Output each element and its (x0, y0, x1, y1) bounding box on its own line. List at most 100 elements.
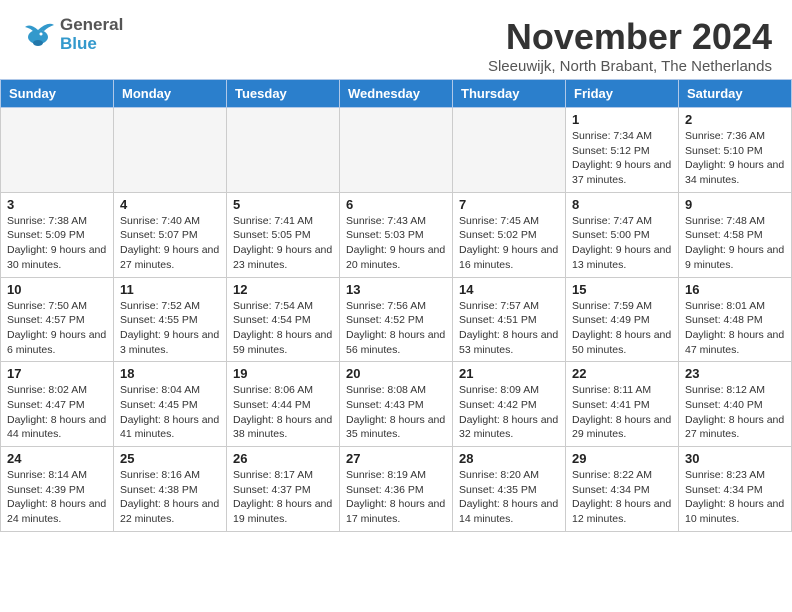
calendar-week-row: 10 Sunrise: 7:50 AM Sunset: 4:57 PM Dayli… (1, 277, 792, 362)
day-detail: Sunrise: 7:40 AM Sunset: 5:07 PM Dayligh… (120, 214, 220, 273)
day-number: 6 (346, 197, 446, 212)
day-number: 18 (120, 366, 220, 381)
calendar-cell: 26 Sunrise: 8:17 AM Sunset: 4:37 PM Dayli… (227, 447, 340, 532)
weekday-header: Sunday (1, 80, 114, 108)
weekday-header: Saturday (679, 80, 792, 108)
calendar-cell: 13 Sunrise: 7:56 AM Sunset: 4:52 PM Dayli… (340, 277, 453, 362)
calendar-cell: 30Sunrise: 8:23 AM Sunset: 4:34 PM Dayli… (679, 447, 792, 532)
day-number: 14 (459, 282, 559, 297)
day-detail: Sunrise: 8:14 AM Sunset: 4:39 PM Dayligh… (7, 468, 107, 527)
calendar-cell (1, 108, 114, 193)
day-number: 3 (7, 197, 107, 212)
page-header: General Blue November 2024 Sleeuwijk, No… (0, 0, 792, 79)
calendar-cell: 12Sunrise: 7:54 AM Sunset: 4:54 PM Dayli… (227, 277, 340, 362)
calendar-cell: 9Sunrise: 7:48 AM Sunset: 4:58 PM Daylig… (679, 192, 792, 277)
calendar-table: SundayMondayTuesdayWednesdayThursdayFrid… (0, 79, 792, 532)
day-detail: Sunrise: 8:02 AM Sunset: 4:47 PM Dayligh… (7, 383, 107, 442)
calendar-cell: 16 Sunrise: 8:01 AM Sunset: 4:48 PM Dayli… (679, 277, 792, 362)
day-detail: Sunrise: 7:36 AM Sunset: 5:10 PM Dayligh… (685, 129, 785, 188)
calendar-cell: 4 Sunrise: 7:40 AM Sunset: 5:07 PM Daylig… (114, 192, 227, 277)
day-detail: Sunrise: 7:56 AM Sunset: 4:52 PM Dayligh… (346, 299, 446, 358)
weekday-header: Friday (566, 80, 679, 108)
logo-general: General (60, 16, 123, 35)
calendar-cell (114, 108, 227, 193)
calendar-cell: 2Sunrise: 7:36 AM Sunset: 5:10 PM Daylig… (679, 108, 792, 193)
weekday-header: Monday (114, 80, 227, 108)
logo-blue: Blue (60, 35, 123, 54)
day-detail: Sunrise: 8:01 AM Sunset: 4:48 PM Dayligh… (685, 299, 785, 358)
day-number: 5 (233, 197, 333, 212)
day-detail: Sunrise: 8:22 AM Sunset: 4:34 PM Dayligh… (572, 468, 672, 527)
calendar-cell: 15 Sunrise: 7:59 AM Sunset: 4:49 PM Dayli… (566, 277, 679, 362)
day-detail: Sunrise: 7:50 AM Sunset: 4:57 PM Dayligh… (7, 299, 107, 358)
calendar-cell: 21 Sunrise: 8:09 AM Sunset: 4:42 PM Dayli… (453, 362, 566, 447)
day-detail: Sunrise: 7:52 AM Sunset: 4:55 PM Dayligh… (120, 299, 220, 358)
calendar-cell: 7 Sunrise: 7:45 AM Sunset: 5:02 PM Daylig… (453, 192, 566, 277)
day-detail: Sunrise: 7:34 AM Sunset: 5:12 PM Dayligh… (572, 129, 672, 188)
day-detail: Sunrise: 8:11 AM Sunset: 4:41 PM Dayligh… (572, 383, 672, 442)
day-number: 19 (233, 366, 333, 381)
calendar-cell: 5Sunrise: 7:41 AM Sunset: 5:05 PM Daylig… (227, 192, 340, 277)
calendar-cell: 3Sunrise: 7:38 AM Sunset: 5:09 PM Daylig… (1, 192, 114, 277)
day-detail: Sunrise: 8:17 AM Sunset: 4:37 PM Dayligh… (233, 468, 333, 527)
day-detail: Sunrise: 7:59 AM Sunset: 4:49 PM Dayligh… (572, 299, 672, 358)
calendar-cell: 10 Sunrise: 7:50 AM Sunset: 4:57 PM Dayli… (1, 277, 114, 362)
day-detail: Sunrise: 8:16 AM Sunset: 4:38 PM Dayligh… (120, 468, 220, 527)
day-detail: Sunrise: 7:48 AM Sunset: 4:58 PM Dayligh… (685, 214, 785, 273)
calendar-cell (227, 108, 340, 193)
weekday-header: Wednesday (340, 80, 453, 108)
day-number: 17 (7, 366, 107, 381)
day-number: 27 (346, 451, 446, 466)
day-detail: Sunrise: 8:19 AM Sunset: 4:36 PM Dayligh… (346, 468, 446, 527)
calendar-cell: 23 Sunrise: 8:12 AM Sunset: 4:40 PM Dayli… (679, 362, 792, 447)
weekday-header: Thursday (453, 80, 566, 108)
calendar-cell: 1 Sunrise: 7:34 AM Sunset: 5:12 PM Daylig… (566, 108, 679, 193)
calendar-cell: 20 Sunrise: 8:08 AM Sunset: 4:43 PM Dayli… (340, 362, 453, 447)
calendar-header-row: SundayMondayTuesdayWednesdayThursdayFrid… (1, 80, 792, 108)
day-detail: Sunrise: 8:12 AM Sunset: 4:40 PM Dayligh… (685, 383, 785, 442)
day-detail: Sunrise: 7:45 AM Sunset: 5:02 PM Dayligh… (459, 214, 559, 273)
day-detail: Sunrise: 7:47 AM Sunset: 5:00 PM Dayligh… (572, 214, 672, 273)
calendar-week-row: 1 Sunrise: 7:34 AM Sunset: 5:12 PM Daylig… (1, 108, 792, 193)
weekday-header: Tuesday (227, 80, 340, 108)
calendar-cell: 14 Sunrise: 7:57 AM Sunset: 4:51 PM Dayli… (453, 277, 566, 362)
day-number: 22 (572, 366, 672, 381)
calendar-cell: 19 Sunrise: 8:06 AM Sunset: 4:44 PM Dayli… (227, 362, 340, 447)
day-number: 26 (233, 451, 333, 466)
day-number: 8 (572, 197, 672, 212)
calendar-cell: 22 Sunrise: 8:11 AM Sunset: 4:41 PM Dayli… (566, 362, 679, 447)
calendar-week-row: 17 Sunrise: 8:02 AM Sunset: 4:47 PM Dayli… (1, 362, 792, 447)
day-number: 15 (572, 282, 672, 297)
logo: General Blue (20, 16, 123, 53)
calendar-cell: 29Sunrise: 8:22 AM Sunset: 4:34 PM Dayli… (566, 447, 679, 532)
calendar-cell: 28Sunrise: 8:20 AM Sunset: 4:35 PM Dayli… (453, 447, 566, 532)
calendar-cell: 6 Sunrise: 7:43 AM Sunset: 5:03 PM Daylig… (340, 192, 453, 277)
day-number: 20 (346, 366, 446, 381)
day-number: 13 (346, 282, 446, 297)
day-number: 23 (685, 366, 785, 381)
day-number: 28 (459, 451, 559, 466)
calendar-cell: 25Sunrise: 8:16 AM Sunset: 4:38 PM Dayli… (114, 447, 227, 532)
day-number: 10 (7, 282, 107, 297)
day-number: 4 (120, 197, 220, 212)
day-detail: Sunrise: 7:57 AM Sunset: 4:51 PM Dayligh… (459, 299, 559, 358)
calendar-week-row: 3Sunrise: 7:38 AM Sunset: 5:09 PM Daylig… (1, 192, 792, 277)
calendar-cell: 18Sunrise: 8:04 AM Sunset: 4:45 PM Dayli… (114, 362, 227, 447)
day-detail: Sunrise: 7:43 AM Sunset: 5:03 PM Dayligh… (346, 214, 446, 273)
day-number: 7 (459, 197, 559, 212)
day-number: 12 (233, 282, 333, 297)
month-title: November 2024 (488, 16, 772, 58)
day-detail: Sunrise: 8:08 AM Sunset: 4:43 PM Dayligh… (346, 383, 446, 442)
title-block: November 2024 Sleeuwijk, North Brabant, … (488, 16, 772, 75)
day-detail: Sunrise: 8:09 AM Sunset: 4:42 PM Dayligh… (459, 383, 559, 442)
calendar-cell: 11Sunrise: 7:52 AM Sunset: 4:55 PM Dayli… (114, 277, 227, 362)
calendar-cell: 17 Sunrise: 8:02 AM Sunset: 4:47 PM Dayli… (1, 362, 114, 447)
day-number: 16 (685, 282, 785, 297)
logo-text: General Blue (60, 16, 123, 53)
calendar-week-row: 24Sunrise: 8:14 AM Sunset: 4:39 PM Dayli… (1, 447, 792, 532)
day-number: 1 (572, 112, 672, 127)
day-detail: Sunrise: 8:06 AM Sunset: 4:44 PM Dayligh… (233, 383, 333, 442)
day-number: 21 (459, 366, 559, 381)
calendar-cell: 8 Sunrise: 7:47 AM Sunset: 5:00 PM Daylig… (566, 192, 679, 277)
calendar-cell: 24Sunrise: 8:14 AM Sunset: 4:39 PM Dayli… (1, 447, 114, 532)
